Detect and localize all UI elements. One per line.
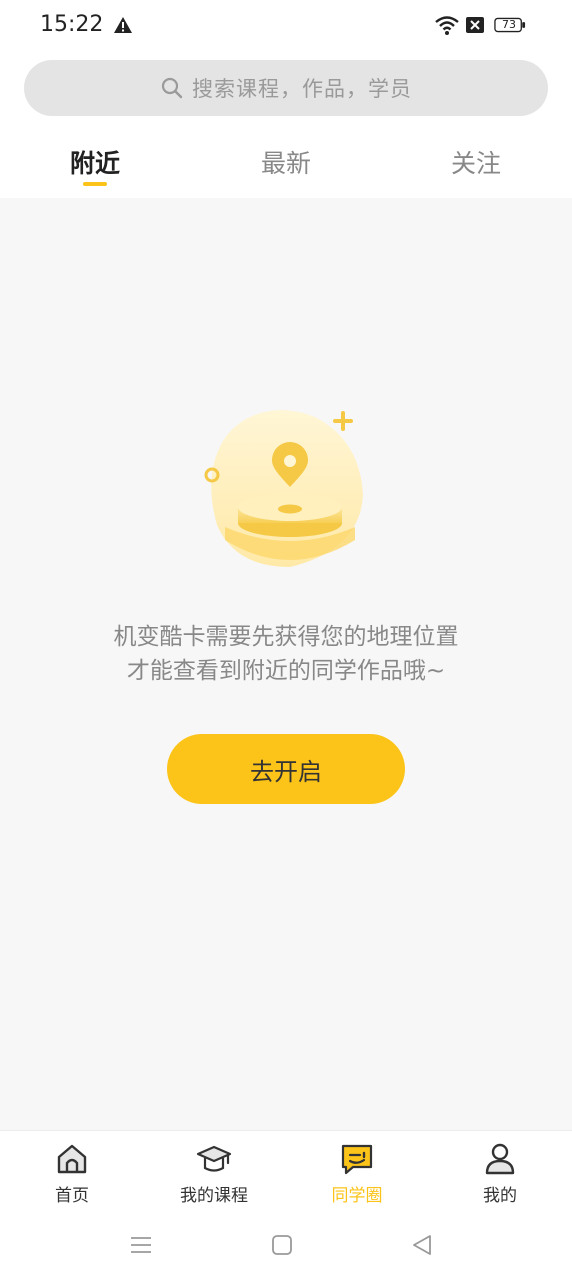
back-icon[interactable] bbox=[410, 1233, 434, 1257]
search-icon bbox=[161, 77, 183, 99]
header: 搜索课程，作品，学员 附近 最新 关注 bbox=[0, 52, 572, 198]
nav-item-classmates[interactable]: 同学圈 bbox=[297, 1141, 417, 1206]
nav-label-classmates: 同学圈 bbox=[331, 1186, 383, 1206]
nav-item-home[interactable]: 首页 bbox=[12, 1141, 132, 1206]
tab-nearby[interactable]: 附近 bbox=[60, 144, 130, 180]
search-placeholder: 搜索课程，作品，学员 bbox=[192, 77, 412, 101]
user-icon bbox=[485, 1143, 515, 1175]
sim-off-icon bbox=[466, 17, 484, 33]
nav-label-mine: 我的 bbox=[483, 1186, 517, 1206]
system-home-icon[interactable] bbox=[270, 1233, 294, 1257]
search-bar[interactable]: 搜索课程，作品，学员 bbox=[24, 60, 548, 116]
nav-item-mine[interactable]: 我的 bbox=[440, 1141, 560, 1206]
active-tab-indicator bbox=[83, 182, 107, 186]
empty-state-line-2: 才能查看到附近的同学作品哦~ bbox=[126, 658, 446, 684]
warning-icon bbox=[114, 17, 132, 33]
nav-label-home: 首页 bbox=[55, 1186, 89, 1206]
tab-latest[interactable]: 最新 bbox=[250, 144, 322, 180]
nav-label-courses: 我的课程 bbox=[180, 1186, 248, 1206]
graduation-cap-icon bbox=[196, 1145, 232, 1172]
status-time: 15:22 bbox=[40, 12, 104, 37]
menu-icon[interactable] bbox=[129, 1233, 153, 1257]
wifi-icon bbox=[435, 16, 459, 35]
empty-state-message: 机变酷卡需要先获得您的地理位置 才能查看到附近的同学作品哦~ bbox=[0, 620, 572, 688]
bottom-nav: 首页 我的课程 同学圈 我的 bbox=[0, 1130, 572, 1281]
tab-follow[interactable]: 关注 bbox=[440, 144, 512, 180]
chat-icon bbox=[341, 1144, 373, 1175]
empty-state-line-1: 机变酷卡需要先获得您的地理位置 bbox=[113, 624, 459, 650]
nav-item-courses[interactable]: 我的课程 bbox=[154, 1141, 274, 1206]
home-icon bbox=[57, 1144, 87, 1174]
location-pin-icon bbox=[204, 410, 363, 567]
status-bar: 15:22 73 bbox=[0, 0, 572, 52]
battery-level: 73 bbox=[502, 18, 516, 31]
enable-location-button[interactable]: 去开启 bbox=[167, 734, 405, 804]
